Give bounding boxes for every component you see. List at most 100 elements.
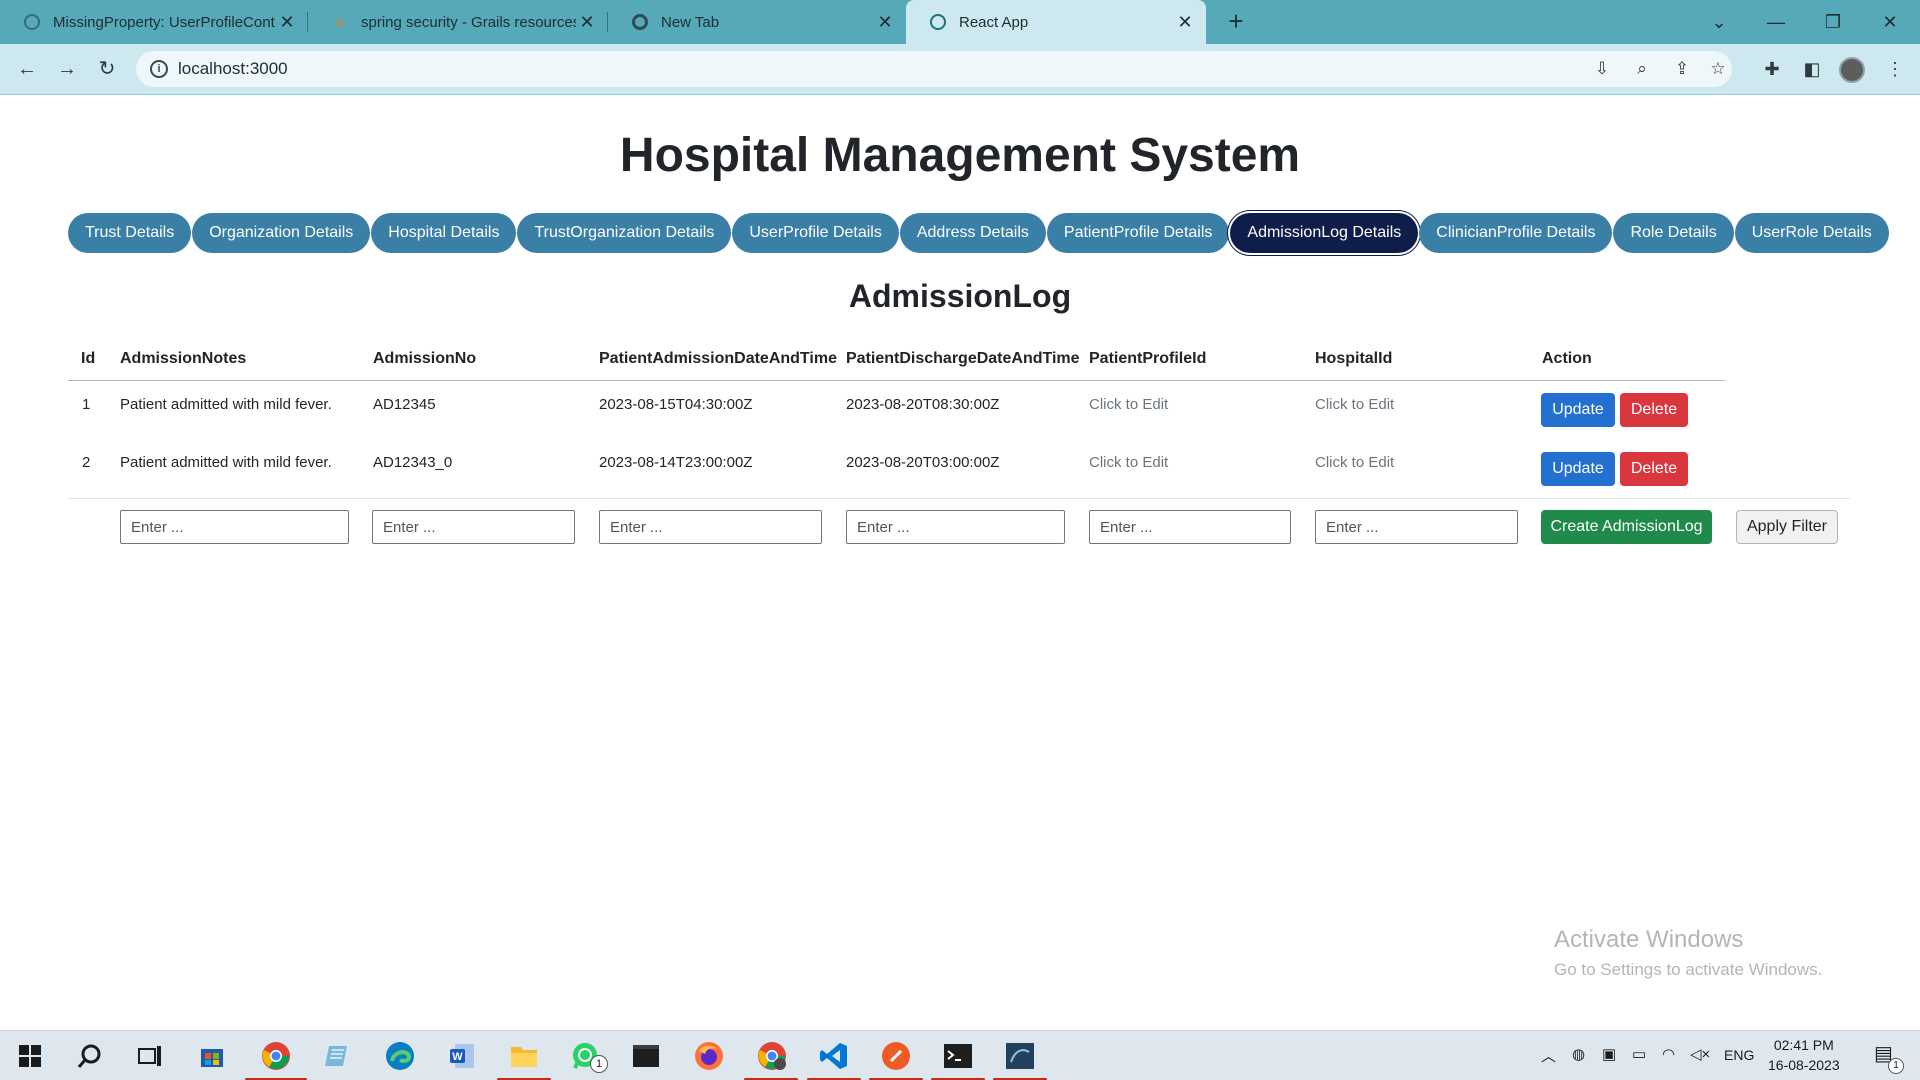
tab-title: React App [959,13,1029,31]
new-tab-button[interactable]: + [1222,8,1250,36]
delete-button[interactable]: Delete [1620,452,1688,486]
nav-patientprofile-details[interactable]: PatientProfile Details [1046,213,1230,253]
section-nav: Trust Details Organization Details Hospi… [68,213,1890,253]
nav-hospital-details[interactable]: Hospital Details [371,213,517,253]
grails-icon [24,14,40,30]
nav-role-details[interactable]: Role Details [1613,213,1734,253]
column-header-hospital-id: HospitalId [1315,350,1393,367]
chrome-icon [632,14,648,30]
nav-clinicianprofile-details[interactable]: ClinicianProfile Details [1419,213,1613,253]
side-panel-icon[interactable]: ◧ [1797,54,1827,84]
browser-tabstrip: MissingProperty: UserProfileCont ✕ ≡ spr… [0,0,1920,44]
extensions-icon[interactable]: ✚ [1757,54,1787,84]
cell-discharge-date: 2023-08-20T03:00:00Z [846,454,1000,471]
back-arrow-icon[interactable]: ← [13,56,41,84]
section-title: AdmissionLog [848,278,1072,314]
wifi-icon[interactable]: ◠ [1662,1045,1675,1063]
address-bar[interactable]: i localhost:3000 ⇩ ⌕ ⇪ ☆ [136,51,1732,87]
whatsapp-badge: 1 [590,1055,608,1073]
taskbar-clock[interactable]: 02:41 PM 16-08-2023 [1768,1035,1840,1075]
forward-arrow-icon[interactable]: → [53,56,81,84]
url-text[interactable]: localhost:3000 [178,59,288,79]
tab-title: New Tab [661,13,720,31]
meet-now-icon[interactable]: ▣ [1602,1045,1616,1063]
admission-notes-input[interactable] [120,510,349,544]
tab-search-chevron-icon[interactable]: ⌄ [1705,8,1733,36]
site-info-icon[interactable]: i [150,60,168,78]
chrome-icon[interactable] [259,1039,293,1073]
battery-icon[interactable]: ▭ [1632,1045,1646,1063]
close-icon[interactable]: ✕ [576,12,598,33]
column-header-admission-date: PatientAdmissionDateAndTime [599,350,837,367]
cmd-icon[interactable] [941,1039,975,1073]
cell-admission-notes: Patient admitted with mild fever. [120,396,332,413]
cell-hospital-id-edit[interactable]: Click to Edit [1315,396,1394,413]
chrome-profile-icon[interactable] [755,1039,789,1073]
postman-icon[interactable] [879,1039,913,1073]
nav-address-details[interactable]: Address Details [899,213,1046,253]
firefox-icon[interactable] [692,1039,726,1073]
nav-trust-details[interactable]: Trust Details [68,213,192,253]
windows-start-icon[interactable] [13,1039,47,1073]
column-header-admission-no: AdmissionNo [373,350,477,367]
share-icon[interactable]: ⇪ [1670,57,1694,81]
file-explorer-icon[interactable] [507,1039,541,1073]
nav-admissionlog-details[interactable]: AdmissionLog Details [1230,213,1419,253]
column-header-admission-notes: AdmissionNotes [120,350,247,367]
delete-button[interactable]: Delete [1620,393,1688,427]
patient-profile-id-input[interactable] [1089,510,1291,544]
cell-hospital-id-edit[interactable]: Click to Edit [1315,454,1394,471]
minimize-button[interactable]: — [1762,8,1790,36]
zoom-icon[interactable]: ⌕ [1630,57,1654,81]
volume-muted-icon[interactable]: ◁× [1690,1045,1710,1063]
discharge-date-input[interactable] [846,510,1065,544]
cell-id: 1 [82,396,91,413]
browser-tab-active[interactable]: React App ✕ [906,0,1206,44]
close-icon[interactable]: ✕ [276,12,298,33]
close-window-button[interactable]: ✕ [1876,8,1904,36]
restore-button[interactable]: ❐ [1819,8,1847,36]
menu-kebab-icon[interactable]: ⋮ [1880,54,1910,84]
browser-tab[interactable]: MissingProperty: UserProfileCont ✕ [0,0,308,44]
cell-admission-date: 2023-08-15T04:30:00Z [599,396,753,413]
cell-discharge-date: 2023-08-20T08:30:00Z [846,396,1000,413]
cell-patient-profile-edit[interactable]: Click to Edit [1089,396,1168,413]
reload-icon[interactable]: ↻ [93,56,121,84]
tab-title: MissingProperty: UserProfileCont [53,13,275,31]
task-view-icon[interactable] [133,1039,167,1073]
bookmark-star-icon[interactable]: ☆ [1706,57,1730,81]
cell-patient-profile-edit[interactable]: Click to Edit [1089,454,1168,471]
close-icon[interactable]: ✕ [1174,12,1196,33]
hospital-id-input[interactable] [1315,510,1518,544]
nav-organization-details[interactable]: Organization Details [192,213,371,253]
update-button[interactable]: Update [1541,393,1615,427]
admission-date-input[interactable] [599,510,822,544]
profile-avatar[interactable] [1839,57,1865,83]
nav-userrole-details[interactable]: UserRole Details [1734,213,1889,253]
nav-userprofile-details[interactable]: UserProfile Details [732,213,899,253]
update-button[interactable]: Update [1541,452,1615,486]
show-hidden-icons-chevron-icon[interactable]: ︿ [1541,1045,1556,1066]
create-admissionlog-button[interactable]: Create AdmissionLog [1541,510,1712,544]
nav-trustorganization-details[interactable]: TrustOrganization Details [517,213,732,253]
store-icon[interactable] [195,1039,229,1073]
database-icon[interactable] [1003,1039,1037,1073]
browser-tab[interactable]: ≡ spring security - Grails resources ✕ [308,0,608,44]
column-header-action: Action [1542,350,1592,367]
install-app-icon[interactable]: ⇩ [1590,57,1614,81]
react-icon [930,14,946,30]
admission-no-input[interactable] [372,510,575,544]
browser-tab[interactable]: New Tab ✕ [608,0,906,44]
terminal-icon[interactable] [629,1039,663,1073]
close-icon[interactable]: ✕ [874,12,896,33]
search-icon[interactable] [73,1039,107,1073]
cell-admission-notes: Patient admitted with mild fever. [120,454,332,471]
apply-filter-button[interactable]: Apply Filter [1736,510,1838,544]
word-icon[interactable]: W [445,1039,479,1073]
language-indicator[interactable]: ENG [1724,1047,1754,1063]
activate-windows-watermark: Activate Windows [1554,926,1744,953]
vscode-icon[interactable] [817,1039,851,1073]
network-globe-icon[interactable]: ◍ [1572,1045,1585,1063]
notepad-icon[interactable] [320,1039,354,1073]
edge-icon[interactable] [383,1039,417,1073]
